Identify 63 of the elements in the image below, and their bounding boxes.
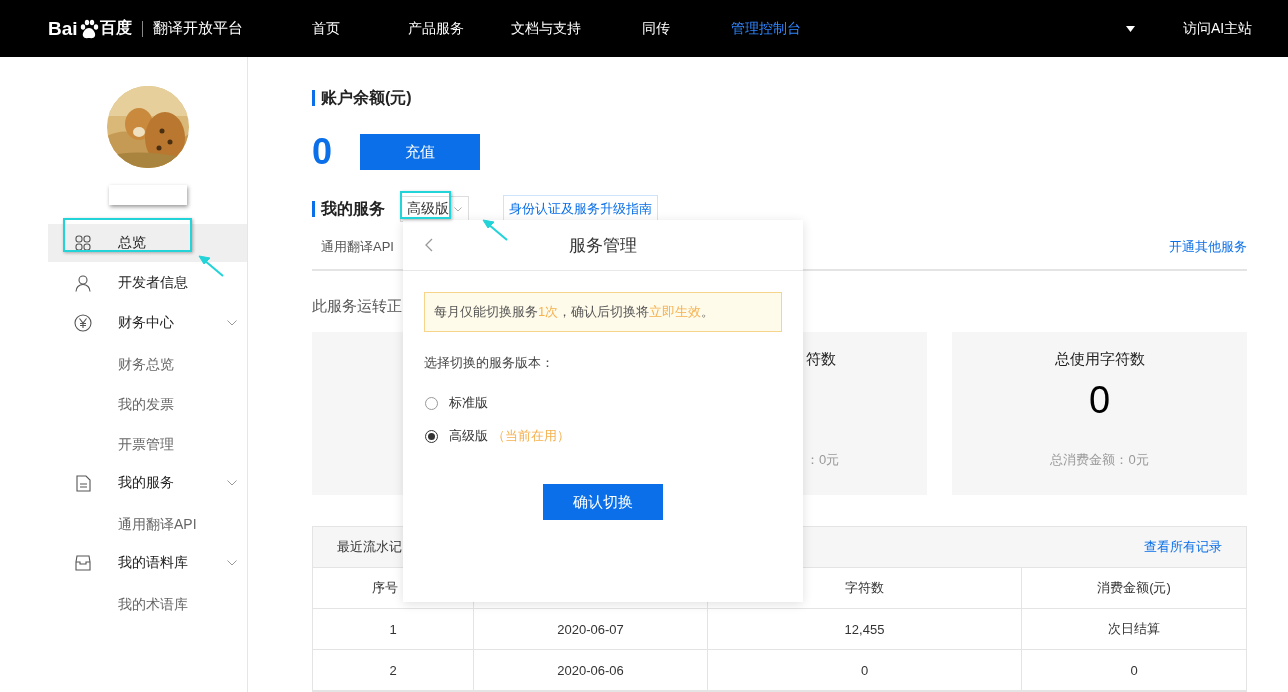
grid-icon bbox=[75, 235, 91, 251]
yen-icon bbox=[74, 314, 92, 332]
prompt-text: 选择切换的服务版本： bbox=[424, 354, 555, 372]
section-heading: 我的服务 bbox=[312, 201, 385, 217]
annotation-arrow-icon bbox=[481, 218, 509, 242]
caret-icon[interactable] bbox=[1126, 25, 1135, 32]
logo-text: Bai bbox=[48, 17, 78, 40]
sidebar-item[interactable]: 我的服务 bbox=[48, 464, 247, 502]
sidebar-item[interactable]: 总览 bbox=[48, 224, 247, 262]
logo-text: 百度 bbox=[99, 18, 132, 38]
tray-icon bbox=[75, 555, 91, 571]
table-cell: 2 bbox=[389, 662, 397, 678]
nav-link[interactable]: 文档与支持 bbox=[491, 19, 601, 38]
table-cell: 1 bbox=[389, 621, 397, 637]
card-footer: ：0元 bbox=[806, 451, 840, 469]
sidebar-item[interactable]: 开发者信息 bbox=[48, 264, 247, 302]
platform-title: 翻译开放平台 bbox=[152, 19, 243, 38]
all-records-link[interactable]: 查看所有记录 bbox=[1144, 538, 1222, 556]
annotation-arrow-icon bbox=[197, 254, 225, 278]
card-footer: 总消费金额：0元 bbox=[1050, 451, 1149, 469]
sidebar-subitem[interactable]: 通用翻译API bbox=[48, 504, 247, 544]
table-cell: 2020-06-07 bbox=[557, 621, 624, 637]
sidebar-subitem[interactable]: 财务总览 bbox=[48, 344, 247, 384]
option-label: 高级版 bbox=[449, 427, 488, 445]
nav-link[interactable]: 管理控制台 bbox=[711, 19, 821, 38]
notice-text: 每月仅能切换服务1次，确认后切换将立即生效。 bbox=[434, 303, 715, 321]
back-icon[interactable] bbox=[425, 238, 433, 252]
option-label: 标准版 bbox=[449, 394, 488, 412]
sidebar-subitem[interactable]: 我的发票 bbox=[48, 384, 247, 424]
paw-icon bbox=[78, 18, 99, 39]
site-link[interactable]: 访问AI主站 bbox=[1183, 19, 1253, 38]
table-cell: 12,455 bbox=[844, 621, 885, 637]
recharge-button[interactable]: 充值 bbox=[360, 134, 480, 170]
card-title: 总使用字符数 bbox=[1054, 350, 1145, 369]
sidebar-item[interactable]: 我的语料库 bbox=[48, 544, 247, 582]
option-note: （当前在用） bbox=[492, 427, 570, 445]
confirm-button[interactable]: 确认切换 bbox=[543, 484, 663, 520]
status-text: 此服务运转正 bbox=[312, 297, 402, 316]
section-heading: 账户余额(元) bbox=[312, 90, 1247, 106]
document-icon bbox=[75, 474, 91, 492]
table-cell: 次日结算 bbox=[1108, 620, 1160, 638]
user-icon bbox=[75, 274, 91, 292]
table-cell: 0 bbox=[860, 662, 869, 678]
table-cell: 2020-06-06 bbox=[557, 662, 624, 678]
card-value: 0 bbox=[1088, 378, 1111, 422]
nav-link[interactable]: 产品服务 bbox=[381, 19, 491, 38]
open-services-link[interactable]: 开通其他服务 bbox=[1169, 238, 1247, 256]
service-tab[interactable]: 通用翻译API bbox=[312, 238, 394, 256]
annotation-frame bbox=[400, 191, 451, 219]
sidebar-subitem[interactable]: 开票管理 bbox=[48, 424, 247, 464]
column-header: 序号 bbox=[372, 579, 398, 597]
sidebar-item[interactable]: 财务中心 bbox=[48, 304, 247, 342]
column-header: 字符数 bbox=[845, 579, 884, 597]
nav-link[interactable]: 同传 bbox=[601, 19, 711, 38]
chevron-icon bbox=[454, 206, 462, 212]
sidebar-subitem[interactable]: 我的术语库 bbox=[48, 584, 247, 624]
nav-link[interactable]: 首页 bbox=[271, 19, 381, 38]
column-header: 消费金额(元) bbox=[1097, 579, 1171, 597]
table-cell: 0 bbox=[1130, 662, 1138, 678]
balance-amount: 0 bbox=[312, 131, 334, 173]
card-title: 符数 bbox=[806, 350, 836, 369]
dialog-title: 服务管理 bbox=[569, 234, 637, 257]
table-title: 最近流水记 bbox=[337, 538, 402, 556]
